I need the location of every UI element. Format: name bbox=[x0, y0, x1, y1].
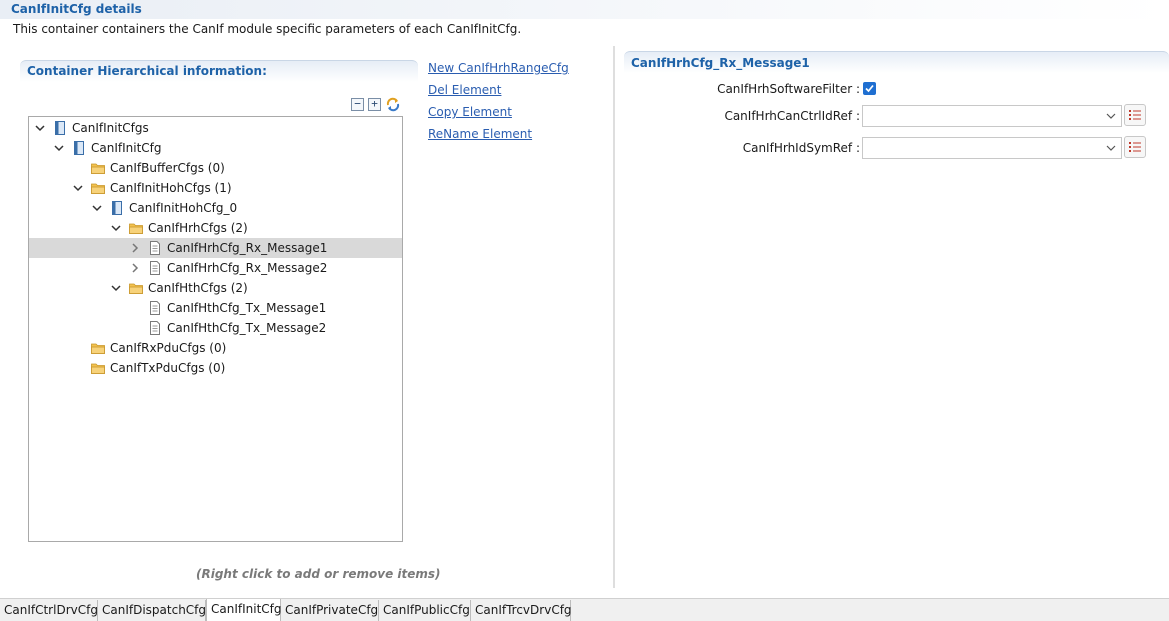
id-sym-ref-label: CanIfHrhIdSymRef : bbox=[742, 141, 860, 155]
tab-canifdispatchcfg[interactable]: CanIfDispatchCfg bbox=[98, 600, 206, 621]
module-icon bbox=[74, 141, 84, 155]
folder-icon bbox=[91, 343, 105, 354]
folder-icon bbox=[91, 163, 105, 174]
tab-canifinitcfg[interactable]: CanIfInitCfg bbox=[206, 599, 282, 621]
collapse-all-button[interactable]: − bbox=[351, 98, 364, 111]
tree-node[interactable]: CanIfTxPduCfgs (0) bbox=[29, 358, 402, 378]
tree-node-label: CanIfRxPduCfgs (0) bbox=[110, 341, 227, 355]
chevron-down-icon[interactable] bbox=[72, 181, 84, 195]
software-filter-label: CanIfHrhSoftwareFilter : bbox=[717, 82, 860, 96]
page-description: This container containers the CanIf modu… bbox=[13, 22, 522, 36]
tree-node-label: CanIfInitHohCfg_0 bbox=[129, 201, 238, 215]
expand-all-button[interactable]: + bbox=[368, 98, 381, 111]
document-icon bbox=[150, 321, 160, 335]
chevron-down-icon[interactable] bbox=[110, 281, 122, 295]
tree-node[interactable]: CanIfHrhCfgs (2) bbox=[29, 218, 402, 238]
folder-icon bbox=[91, 363, 105, 374]
rename-element-link[interactable]: ReName Element bbox=[428, 127, 532, 141]
chevron-down-icon bbox=[1106, 145, 1116, 151]
chevron-down-icon[interactable] bbox=[34, 121, 46, 135]
tree-node-label: CanIfTxPduCfgs (0) bbox=[110, 361, 226, 375]
page-title: CanIfInitCfg details bbox=[11, 2, 142, 16]
chevron-down-icon bbox=[1106, 113, 1116, 119]
tree-node[interactable]: CanIfRxPduCfgs (0) bbox=[29, 338, 402, 358]
tree-node-label: CanIfHthCfgs (2) bbox=[148, 281, 248, 295]
id-sym-ref-select[interactable] bbox=[862, 137, 1122, 159]
hierarchy-title: Container Hierarchical information: bbox=[27, 64, 267, 78]
document-icon bbox=[150, 261, 160, 275]
tab-caniftrcvdrvcfg[interactable]: CanIfTrcvDrvCfg bbox=[471, 600, 572, 621]
tree-node[interactable]: CanIfHthCfgs (2) bbox=[29, 278, 402, 298]
editor-tab-bar: CanIfCtrlDrvCfg CanIfDispatchCfg CanIfInit… bbox=[0, 598, 1169, 621]
new-range-cfg-link[interactable]: New CanIfHrhRangeCfg bbox=[428, 61, 569, 75]
tree-node-label: CanIfHrhCfg_Rx_Message1 bbox=[167, 241, 328, 255]
tab-canifctrldrvcfg[interactable]: CanIfCtrlDrvCfg bbox=[0, 600, 98, 621]
list-icon bbox=[1129, 142, 1141, 152]
document-icon bbox=[150, 301, 160, 315]
tree-node-label: CanIfInitHohCfgs (1) bbox=[110, 181, 232, 195]
chevron-right-icon[interactable] bbox=[129, 261, 141, 275]
chevron-right-icon[interactable] bbox=[129, 241, 141, 255]
tree-node-label: CanIfHrhCfg_Rx_Message2 bbox=[167, 261, 328, 275]
right-click-hint: (Right click to add or remove items) bbox=[196, 567, 441, 581]
chevron-down-icon[interactable] bbox=[110, 221, 122, 235]
copy-element-link[interactable]: Copy Element bbox=[428, 105, 512, 119]
tree-node[interactable]: CanIfBufferCfgs (0) bbox=[29, 158, 402, 178]
module-icon bbox=[55, 121, 65, 135]
tree-node[interactable]: CanIfInitHohCfg_0 bbox=[29, 198, 402, 218]
document-icon bbox=[150, 241, 160, 255]
tree-node[interactable]: CanIfInitCfgs bbox=[29, 118, 402, 138]
tree-node-label: CanIfHthCfg_Tx_Message2 bbox=[167, 321, 327, 335]
folder-icon bbox=[91, 183, 105, 194]
tree-node-label: CanIfBufferCfgs (0) bbox=[110, 161, 225, 175]
tree-node-label: CanIfHthCfg_Tx_Message1 bbox=[167, 301, 327, 315]
header-band bbox=[0, 0, 1169, 19]
can-ctrl-id-ref-select[interactable] bbox=[862, 105, 1122, 127]
tab-canifpubliccfg[interactable]: CanIfPublicCfg bbox=[379, 600, 471, 621]
sync-icon[interactable] bbox=[385, 96, 401, 112]
tree-node[interactable]: CanIfInitCfg bbox=[29, 138, 402, 158]
tree-node[interactable]: CanIfHthCfg_Tx_Message2 bbox=[29, 318, 402, 338]
list-icon bbox=[1129, 110, 1141, 120]
id-sym-ref-list-button[interactable] bbox=[1124, 136, 1146, 158]
folder-icon bbox=[129, 283, 143, 294]
tree-node[interactable]: CanIfHthCfg_Tx_Message1 bbox=[29, 298, 402, 318]
software-filter-checkbox[interactable] bbox=[863, 82, 876, 95]
tree-node[interactable]: CanIfHrhCfg_Rx_Message1 bbox=[29, 238, 402, 258]
tree-node[interactable]: CanIfHrhCfg_Rx_Message2 bbox=[29, 258, 402, 278]
module-icon bbox=[112, 201, 122, 215]
hierarchy-tree[interactable]: CanIfInitCfgs CanIfInitCfg CanIfBufferCfgs… bbox=[28, 116, 403, 542]
can-ctrl-id-ref-label: CanIfHrhCanCtrlIdRef : bbox=[724, 109, 860, 123]
folder-icon bbox=[129, 223, 143, 234]
can-ctrl-id-ref-list-button[interactable] bbox=[1124, 104, 1146, 126]
checkmark-icon bbox=[865, 84, 874, 93]
panel-divider[interactable] bbox=[613, 46, 615, 588]
chevron-down-icon[interactable] bbox=[53, 141, 65, 155]
tab-canifprivatecfg[interactable]: CanIfPrivateCfg bbox=[281, 600, 379, 621]
chevron-down-icon[interactable] bbox=[91, 201, 103, 215]
tree-node-label: CanIfInitCfg bbox=[91, 141, 162, 155]
tree-node-label: CanIfInitCfgs bbox=[72, 121, 149, 135]
tree-node[interactable]: CanIfInitHohCfgs (1) bbox=[29, 178, 402, 198]
details-title: CanIfHrhCfg_Rx_Message1 bbox=[631, 56, 810, 70]
delete-element-link[interactable]: Del Element bbox=[428, 83, 501, 97]
tree-node-label: CanIfHrhCfgs (2) bbox=[148, 221, 248, 235]
